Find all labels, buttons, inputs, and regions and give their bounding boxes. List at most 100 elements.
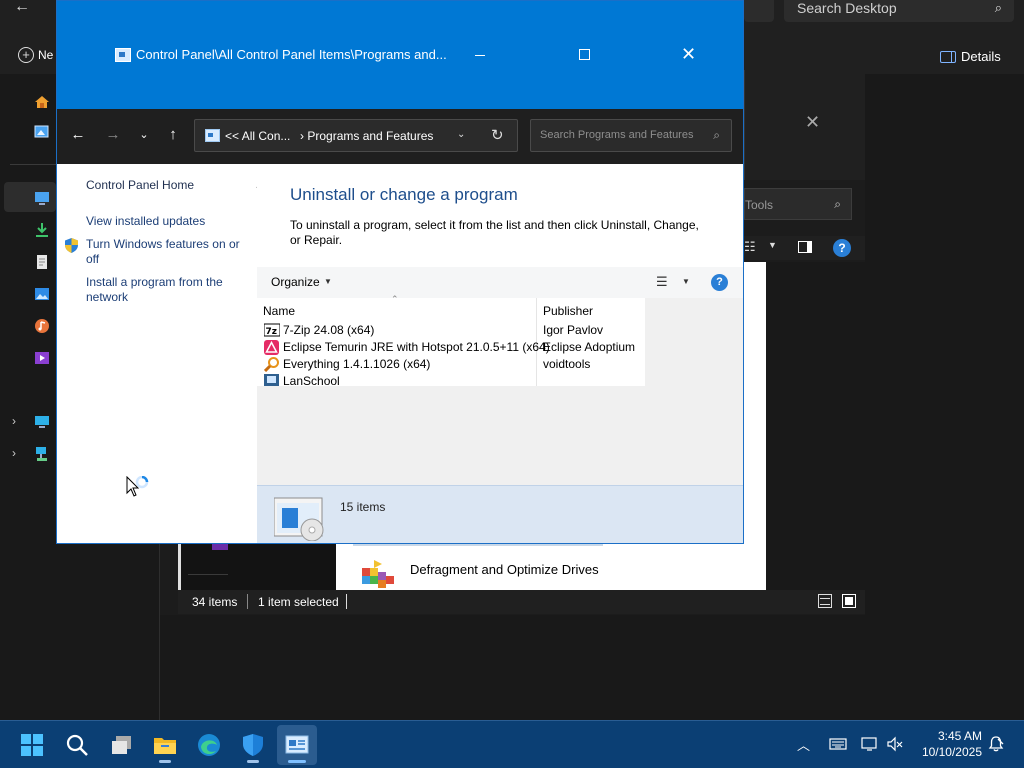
defragment-item[interactable]: Defragment and Optimize Drives xyxy=(358,556,678,590)
details-view-icon[interactable] xyxy=(818,594,832,608)
network-icon[interactable] xyxy=(34,446,50,462)
videos-icon[interactable] xyxy=(34,350,50,366)
chevron-down-icon[interactable]: ▼ xyxy=(324,277,332,286)
search-icon: ⌕ xyxy=(713,128,720,142)
program-row[interactable]: Eclipse Temurin JRE with Hotspot 21.0.5+… xyxy=(257,339,645,356)
address-bar[interactable] xyxy=(744,0,774,22)
details-pane-icon xyxy=(940,50,956,63)
gallery-icon[interactable] xyxy=(34,124,50,140)
temurin-icon xyxy=(264,340,280,355)
column-header-publisher[interactable]: Publisher xyxy=(543,304,593,318)
search-input[interactable]: Search Programs and Features ⌕ xyxy=(530,119,732,152)
defender-icon xyxy=(243,734,263,756)
back-icon[interactable]: ← xyxy=(14,0,42,20)
taskbar: ︿ 3:45 AM 10/10/2025 xyxy=(0,720,1024,768)
chevron-down-icon[interactable]: ⌄ xyxy=(457,129,465,140)
edge-icon xyxy=(198,734,220,756)
file-explorer-button[interactable] xyxy=(145,725,185,765)
home-icon[interactable] xyxy=(34,94,50,110)
selection-indicator xyxy=(178,540,181,590)
refresh-icon[interactable]: ↻ xyxy=(491,126,504,144)
selection-outline xyxy=(353,544,603,546)
downloads-icon[interactable] xyxy=(34,222,50,238)
keyboard-icon[interactable] xyxy=(829,736,847,752)
volume-muted-icon[interactable] xyxy=(886,736,904,752)
maximize-button[interactable] xyxy=(579,49,590,60)
divider xyxy=(247,594,248,609)
pictures-icon[interactable] xyxy=(34,286,50,302)
documents-icon[interactable] xyxy=(34,254,50,270)
control-panel-icon xyxy=(285,735,309,754)
breadcrumb-parent[interactable]: << All Con... xyxy=(225,129,290,143)
close-icon[interactable]: ✕ xyxy=(805,112,820,133)
title-bar[interactable]: Control Panel\All Control Panel Items\Pr… xyxy=(57,1,743,109)
organize-button[interactable]: Organize xyxy=(271,275,320,289)
view-installed-updates-link[interactable]: View installed updates xyxy=(86,214,205,229)
change-view-icon[interactable]: ☰ xyxy=(656,274,668,290)
view-icon[interactable]: ☷ xyxy=(744,239,756,255)
new-button[interactable]: + Ne xyxy=(18,47,58,67)
desktop-icon[interactable] xyxy=(34,190,50,206)
clock-date: 10/10/2025 xyxy=(921,745,982,759)
chevron-right-icon[interactable]: › xyxy=(12,414,16,428)
up-button[interactable]: ↑ xyxy=(162,124,184,146)
window-title: Control Panel\All Control Panel Items\Pr… xyxy=(136,47,447,62)
music-icon[interactable] xyxy=(34,318,50,334)
program-row[interactable]: 7z 7-Zip 24.08 (x64) Igor Pavlov xyxy=(257,322,645,339)
tools-search-input[interactable]: Tools ⌕ xyxy=(744,188,852,220)
start-button[interactable] xyxy=(12,725,52,765)
notification-bell-icon[interactable] xyxy=(988,736,1004,752)
programs-pane: Uninstall or change a program To uninsta… xyxy=(257,164,743,543)
plus-icon: + xyxy=(18,47,34,63)
tools-toolbar: ☷ ▼ ? xyxy=(744,236,865,260)
busy-cursor-icon xyxy=(126,475,156,502)
everything-icon xyxy=(263,357,280,373)
help-icon[interactable]: ? xyxy=(833,239,851,257)
address-bar[interactable]: << All Con... › Programs and Features ⌄ … xyxy=(194,119,518,152)
system-clock[interactable]: 3:45 AM 10/10/2025 xyxy=(912,728,982,760)
chevron-down-icon[interactable]: ▼ xyxy=(768,240,777,250)
network-icon[interactable] xyxy=(861,736,879,752)
recent-locations-button[interactable]: ⌄ xyxy=(133,124,155,146)
active-indicator xyxy=(288,760,306,763)
chevron-right-icon[interactable]: › xyxy=(12,446,16,460)
back-button[interactable]: ← xyxy=(67,124,89,146)
command-bar: Organize ▼ ☰ ▼ ? xyxy=(257,267,743,298)
chevron-down-icon[interactable]: ▼ xyxy=(682,277,690,286)
forward-button[interactable]: → xyxy=(102,124,124,146)
breadcrumb-current[interactable]: › Programs and Features xyxy=(300,129,433,143)
file-explorer-icon xyxy=(154,738,176,754)
item-count: 34 items xyxy=(192,595,238,609)
details-button[interactable]: Details xyxy=(940,48,1020,66)
minimize-button[interactable] xyxy=(474,45,488,65)
status-bar: 34 items 1 item selected xyxy=(178,590,865,614)
tools-list-margin xyxy=(766,262,865,590)
preview-pane-icon[interactable] xyxy=(798,241,812,253)
program-row[interactable]: Everything 1.4.1.1026 (x64) voidtools xyxy=(257,356,645,373)
control-panel-window: Control Panel\All Control Panel Items\Pr… xyxy=(56,0,744,544)
navigation-bar: ← → ⌄ ↑ << All Con... › Programs and Fea… xyxy=(57,109,743,164)
selection-count: 1 item selected xyxy=(258,595,339,609)
chevron-up-icon[interactable]: ︿ xyxy=(797,735,810,754)
this-pc-icon[interactable] xyxy=(34,414,50,430)
close-button[interactable]: ✕ xyxy=(681,44,696,64)
edge-button[interactable] xyxy=(189,725,229,765)
defender-button[interactable] xyxy=(233,725,273,765)
background-dialog: ✕ xyxy=(744,70,865,180)
running-indicator xyxy=(159,760,171,763)
control-panel-icon xyxy=(115,48,131,62)
search-input[interactable]: Search Desktop ⌕ xyxy=(784,0,1014,22)
help-icon[interactable]: ? xyxy=(711,274,728,291)
install-from-network-link[interactable]: Install a program from the network xyxy=(86,275,246,305)
control-panel-home-link[interactable]: Control Panel Home xyxy=(86,178,194,193)
program-row[interactable]: LanSchool xyxy=(257,373,645,386)
windows-features-link[interactable]: Turn Windows features on or off xyxy=(86,237,246,267)
tiles-view-icon[interactable] xyxy=(842,594,856,608)
list-content: ⌃ Name Publisher 7z 7-Zip 24.08 (x64) Ig… xyxy=(257,294,645,386)
divider xyxy=(188,574,228,575)
search-button[interactable] xyxy=(57,725,97,765)
page-description: To uninstall a program, select it from t… xyxy=(290,218,699,247)
task-view-button[interactable] xyxy=(102,725,142,765)
control-panel-button[interactable] xyxy=(277,725,317,765)
column-header-name[interactable]: Name xyxy=(263,304,295,318)
